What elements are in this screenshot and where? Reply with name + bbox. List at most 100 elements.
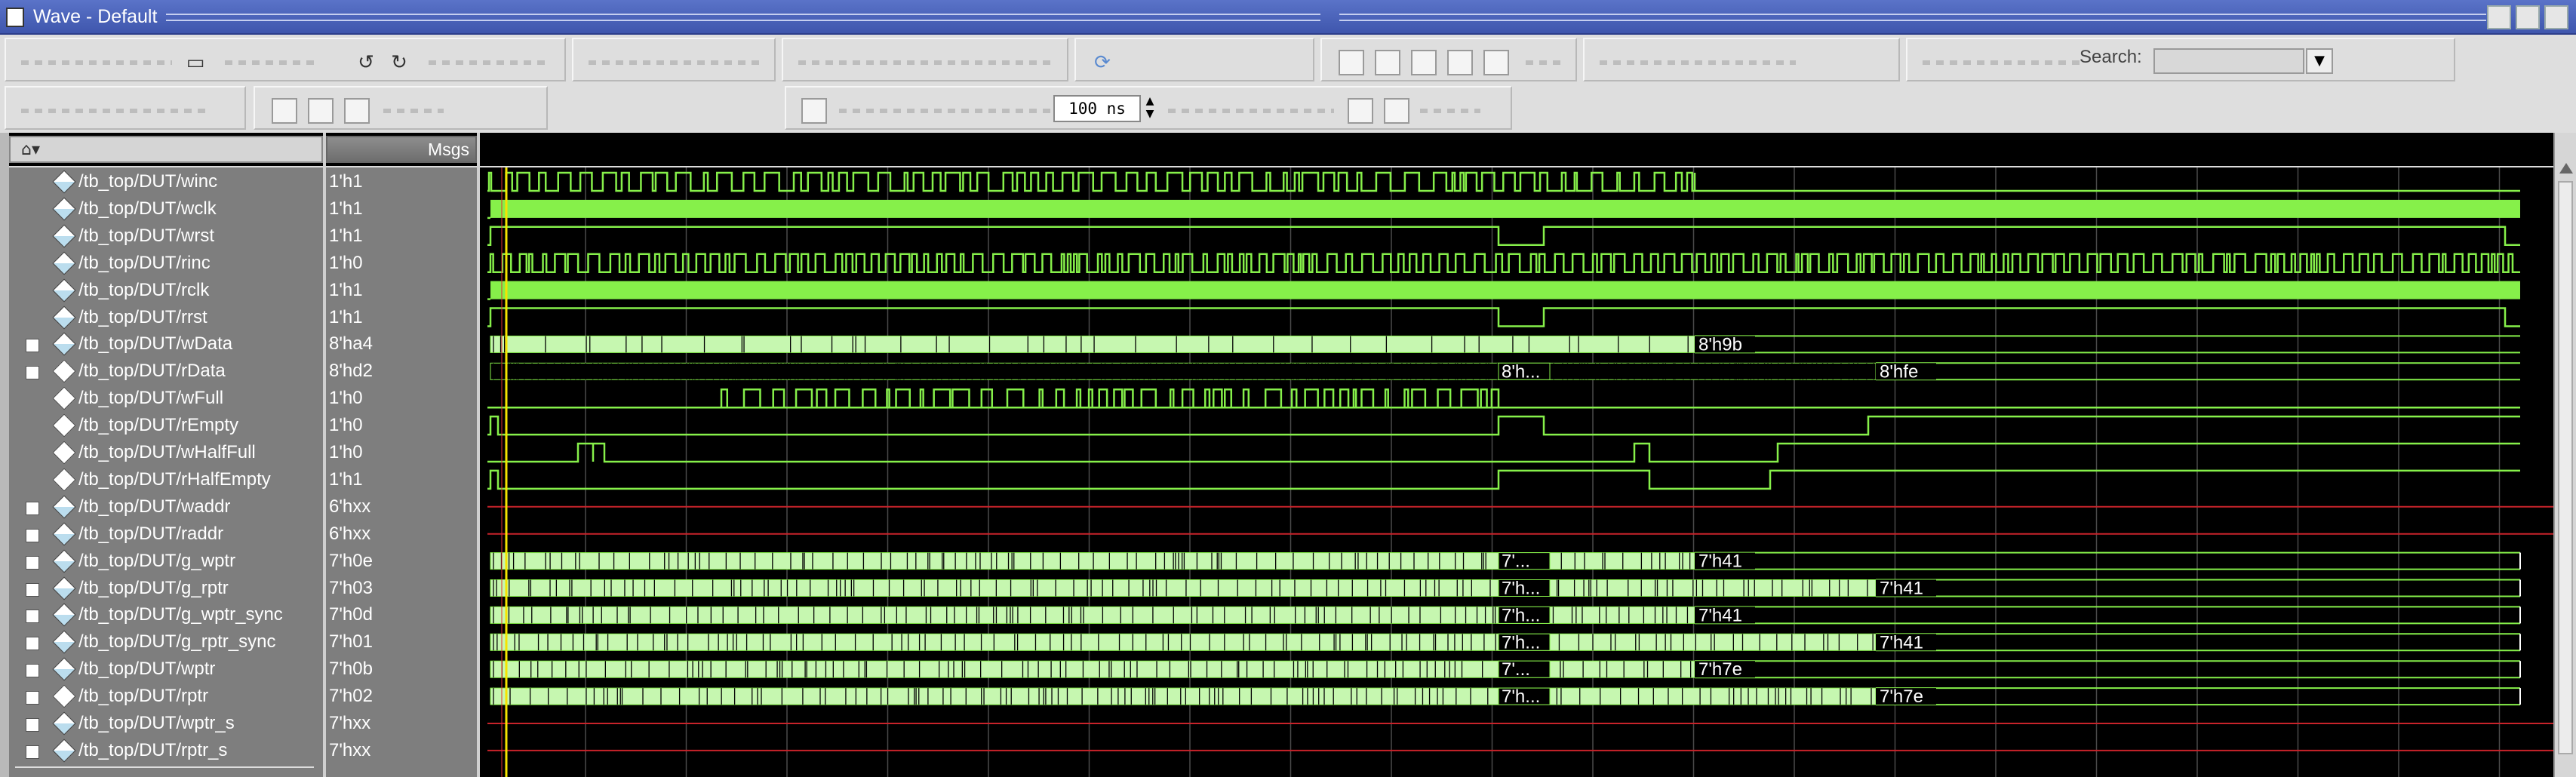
internal-signal-icon xyxy=(52,495,76,519)
vertical-scrollbar[interactable] xyxy=(2553,133,2576,777)
expand-box-icon[interactable] xyxy=(26,555,39,570)
step-button[interactable] xyxy=(801,98,827,124)
expand-box-icon[interactable] xyxy=(26,610,39,624)
signal-value: 7'h0d xyxy=(329,604,373,625)
signal-row[interactable]: /tb_top/DUT/wptr xyxy=(9,656,323,683)
zoom-button-2[interactable] xyxy=(1384,98,1409,124)
signal-row[interactable]: /tb_top/DUT/g_wptr xyxy=(9,548,323,576)
expand-box-icon[interactable] xyxy=(26,664,39,678)
undock-button[interactable] xyxy=(2487,5,2511,29)
toolbar-faint-icons xyxy=(21,60,172,65)
signal-row[interactable]: /tb_top/DUT/waddr xyxy=(9,494,323,521)
internal-signal-icon xyxy=(52,576,76,600)
expand-box-icon[interactable] xyxy=(26,691,39,705)
expand-box-icon[interactable] xyxy=(26,366,39,380)
signal-value: 1'h1 xyxy=(329,279,363,300)
title-bar: Wave - Default xyxy=(0,0,2576,35)
signal-row[interactable]: /tb_top/DUT/rclk xyxy=(9,278,323,305)
signal-row[interactable]: /tb_top/DUT/g_rptr_sync xyxy=(9,629,323,656)
toolbar-faint-icons xyxy=(839,109,1058,113)
value-row: 7'h0e xyxy=(326,548,477,576)
waveform-pane[interactable]: 8'h9b 8'h... 8'hfe 7'... 7'h41 7'h... 7'h41 7'h… xyxy=(480,167,2553,777)
signal-value: 1'h0 xyxy=(329,442,363,462)
signal-name: /tb_top/DUT/rData xyxy=(78,361,226,382)
search-input[interactable] xyxy=(2153,48,2304,74)
signal-name: /tb_top/DUT/g_wptr xyxy=(78,550,236,571)
signal-row[interactable]: /tb_top/DUT/g_rptr xyxy=(9,576,323,603)
close-button[interactable] xyxy=(2544,5,2568,29)
view-button-2[interactable] xyxy=(308,98,334,124)
toolbar-faint-icons xyxy=(1526,60,1563,65)
signal-value: 1'h1 xyxy=(329,225,363,246)
input-port-icon xyxy=(52,170,76,194)
toolbar-faint-icons xyxy=(1923,60,2081,65)
bus-trace xyxy=(490,335,1695,353)
print-icon[interactable]: ▭ xyxy=(184,53,207,72)
signal-row[interactable]: /tb_top/DUT/rData xyxy=(9,358,323,385)
view-button-3[interactable] xyxy=(344,98,370,124)
value-row: 1'h1 xyxy=(326,169,477,196)
signal-name: /tb_top/DUT/raddr xyxy=(78,523,224,544)
toolbar-group-file: ▭ ↺ ↻ xyxy=(5,38,566,81)
expand-box-icon[interactable] xyxy=(26,528,39,542)
signal-name: /tb_top/DUT/wrst xyxy=(78,225,215,246)
expand-box-icon[interactable] xyxy=(26,582,39,597)
expand-box-icon[interactable] xyxy=(26,745,39,759)
run-length-spinner[interactable]: ▲ ▼ xyxy=(1142,95,1157,122)
internal-signal-icon xyxy=(52,630,76,654)
signal-row[interactable]: /tb_top/DUT/winc xyxy=(9,169,323,196)
signal-row[interactable]: /tb_top/DUT/wData xyxy=(9,331,323,358)
scroll-thumb[interactable] xyxy=(2558,181,2573,754)
signal-row[interactable]: /tb_top/DUT/wFull xyxy=(9,385,323,413)
layout-button-3[interactable] xyxy=(1411,50,1437,75)
expand-box-icon[interactable] xyxy=(26,339,39,353)
signal-value: 7'h03 xyxy=(329,577,373,598)
output-port-icon xyxy=(52,684,76,708)
run-icon[interactable]: ⟳ xyxy=(1091,53,1114,72)
signal-row[interactable]: /tb_top/DUT/g_wptr_sync xyxy=(9,602,323,629)
signal-row[interactable]: /tb_top/DUT/wptr_s xyxy=(9,711,323,738)
zoom-button-1[interactable] xyxy=(1348,98,1373,124)
signal-row[interactable]: /tb_top/DUT/rHalfEmpty xyxy=(9,467,323,494)
value-row: 6'hxx xyxy=(326,494,477,521)
signal-row[interactable]: /tb_top/DUT/rptr xyxy=(9,683,323,711)
signal-row[interactable]: /tb_top/DUT/rEmpty xyxy=(9,413,323,440)
layout-button-4[interactable] xyxy=(1447,50,1473,75)
undo-icon[interactable]: ↺ xyxy=(355,53,377,72)
maximize-button[interactable] xyxy=(2516,5,2540,29)
expand-box-icon[interactable] xyxy=(26,501,39,515)
run-length-input[interactable]: 100 ns xyxy=(1053,95,1141,122)
layout-button-1[interactable] xyxy=(1339,50,1364,75)
layout-button-5[interactable] xyxy=(1483,50,1509,75)
bus-value-label: 7'h41 xyxy=(1698,605,1742,625)
signal-row[interactable]: /tb_top/DUT/raddr xyxy=(9,521,323,548)
scroll-up-icon[interactable] xyxy=(2559,163,2573,174)
signal-row[interactable]: /tb_top/DUT/rptr_s xyxy=(9,738,323,765)
layout-button-2[interactable] xyxy=(1375,50,1400,75)
signal-row[interactable]: /tb_top/DUT/wrst xyxy=(9,223,323,250)
value-row: 8'ha4 xyxy=(326,331,477,358)
value-row: 7'h0b xyxy=(326,656,477,683)
signal-name: /tb_top/DUT/wptr_s xyxy=(78,713,235,733)
signal-names-pane[interactable]: /tb_top/DUT/winc/tb_top/DUT/wclk/tb_top/… xyxy=(9,167,323,777)
signal-row[interactable]: /tb_top/DUT/wHalfFull xyxy=(9,440,323,467)
names-header[interactable]: ⌂▾ xyxy=(9,136,323,163)
expand-box-icon[interactable] xyxy=(26,637,39,651)
search-dropdown[interactable]: ▼ xyxy=(2306,48,2333,74)
signal-row[interactable]: /tb_top/DUT/rrst xyxy=(9,305,323,332)
signal-row[interactable]: /tb_top/DUT/wclk xyxy=(9,196,323,223)
window-menu-icon[interactable] xyxy=(6,8,24,27)
home-icon[interactable]: ⌂▾ xyxy=(21,140,40,159)
internal-signal-icon xyxy=(52,739,76,763)
waveform-canvas[interactable]: 8'h9b 8'h... 8'hfe 7'... 7'h41 7'h... 7'h41 7'h… xyxy=(480,167,2553,777)
bus-value-label: 7'h41 xyxy=(1698,551,1742,572)
expand-box-icon[interactable] xyxy=(26,718,39,732)
toolbar-faint-icons xyxy=(1600,60,1796,65)
view-button-1[interactable] xyxy=(272,98,297,124)
waveform-trace xyxy=(487,253,2520,273)
waveform-trace xyxy=(487,415,2520,436)
signal-row[interactable]: /tb_top/DUT/rinc xyxy=(9,250,323,278)
redo-icon[interactable]: ↻ xyxy=(388,53,410,72)
signal-values-pane[interactable]: 1'h1 1'h1 1'h1 1'h0 1'h1 1'h1 8'ha4 8'hd2 1'h0 1'… xyxy=(326,167,477,777)
signal-name: /tb_top/DUT/rinc xyxy=(78,252,211,273)
